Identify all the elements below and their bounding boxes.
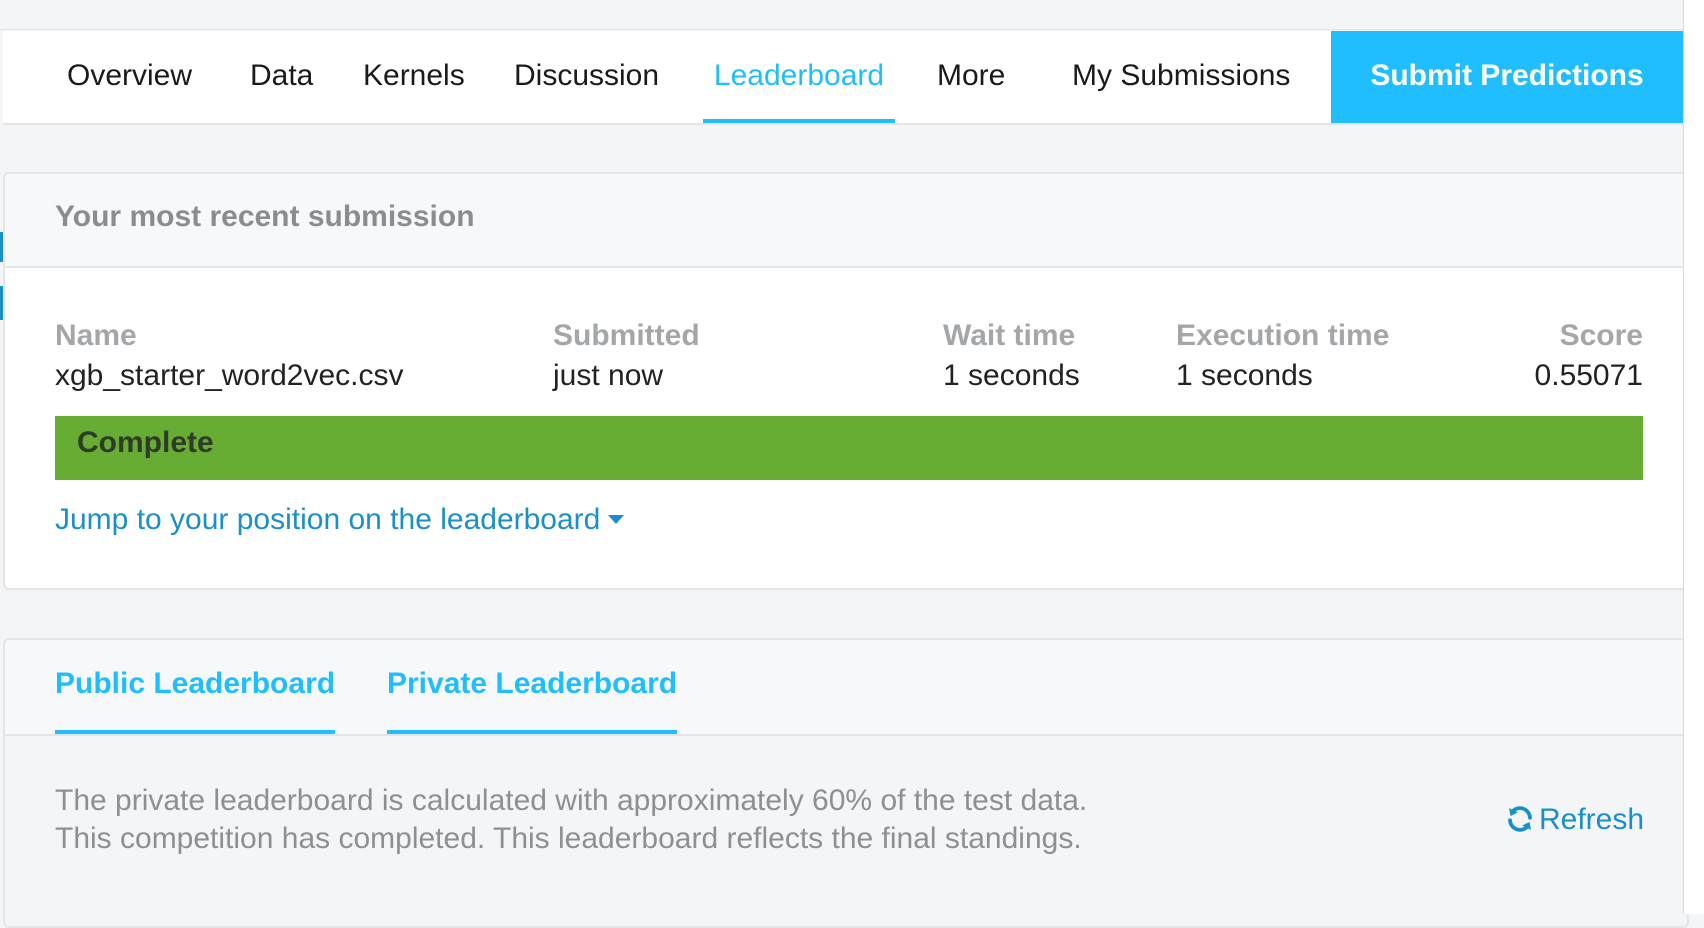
wait-time-value: 1 seconds [943,359,1080,392]
submitted-label: Submitted [553,319,700,352]
recent-submission-header: Your most recent submission [5,174,1687,268]
info-line-1: The private leaderboard is calculated wi… [55,784,1088,817]
refresh-button[interactable]: Refresh [1505,800,1644,840]
submitted-column: Submitted just now [553,316,700,396]
tab-leaderboard[interactable]: Leaderboard [703,31,895,123]
recent-submission-card: Your most recent submission Name xgb_sta… [3,172,1689,590]
submit-predictions-button[interactable]: Submit Predictions [1331,31,1683,123]
caret-down-icon [608,514,625,524]
leaderboard-card: Public Leaderboard Private Leaderboard T… [3,638,1689,928]
submitted-value: just now [553,359,664,392]
name-label: Name [55,319,137,352]
tab-data[interactable]: Data [250,31,313,123]
execution-time-label: Execution time [1176,319,1390,352]
recent-submission-title: Your most recent submission [55,200,475,233]
tab-discussion[interactable]: Discussion [514,31,659,123]
score-value: 0.55071 [1534,359,1643,392]
wait-time-label: Wait time [943,319,1076,352]
top-strip [0,0,1704,30]
refresh-label: Refresh [1539,803,1645,836]
jump-link-label: Jump to your position on the leaderboard [55,503,601,536]
execution-time-column: Execution time 1 seconds [1176,316,1389,396]
refresh-icon [1508,806,1532,832]
status-bar: Complete [55,416,1643,480]
name-column: Name xgb_starter_word2vec.csv [55,316,404,396]
tab-private-leaderboard[interactable]: Private Leaderboard [387,640,678,734]
competition-nav: Overview Data Kernels Discussion Leaderb… [3,31,1683,125]
leaderboard-info: The private leaderboard is calculated wi… [5,736,1687,926]
tab-public-leaderboard[interactable]: Public Leaderboard [55,640,336,734]
status-badge: Complete [77,426,214,459]
info-line-2: This competition has completed. This lea… [55,822,1082,855]
tab-my-submissions[interactable]: My Submissions [1072,31,1290,123]
tab-more[interactable]: More [937,31,1005,123]
wait-time-column: Wait time 1 seconds [943,316,1080,396]
tab-kernels[interactable]: Kernels [363,31,465,123]
window-right-edge [1683,0,1704,914]
submission-file-name: xgb_starter_word2vec.csv [55,359,404,392]
leaderboard-tabs: Public Leaderboard Private Leaderboard [5,640,1687,736]
jump-to-position-link[interactable]: Jump to your position on the leaderboard [55,498,625,542]
leaderboard-info-text: The private leaderboard is calculated wi… [55,782,1087,858]
score-column: Score 0.55071 [1535,316,1643,396]
tab-overview[interactable]: Overview [67,31,192,123]
score-label: Score [1559,319,1643,352]
execution-time-value: 1 seconds [1176,359,1313,392]
